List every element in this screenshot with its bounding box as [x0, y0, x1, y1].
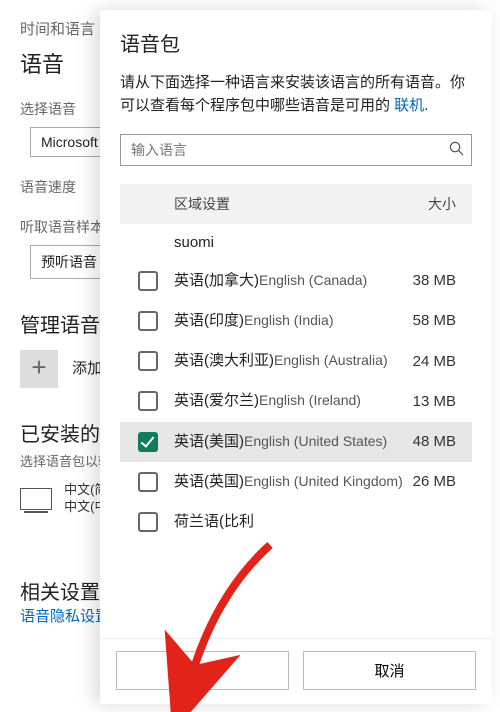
online-link[interactable]: 联机 [394, 97, 424, 114]
lang-size: 48 MB [413, 433, 456, 450]
lang-eng: English (Ireland) [259, 392, 361, 408]
privacy-link[interactable]: 语音隐私设置 [20, 608, 110, 625]
lang-eng: English (United Kingdom) [244, 473, 403, 489]
checkbox[interactable] [138, 351, 158, 371]
lang-name: 英语(美国) [174, 433, 244, 450]
lang-size: 13 MB [413, 393, 456, 410]
lang-size: 38 MB [413, 272, 456, 289]
add-button[interactable]: 添加 [116, 651, 289, 690]
lang-name: 英语(印度) [174, 312, 244, 329]
lang-size: 24 MB [413, 353, 456, 370]
search-input[interactable] [120, 134, 472, 166]
list-item[interactable]: 荷兰语(比利 [120, 502, 472, 542]
lang-name: 英语(澳大利亚) [174, 352, 274, 369]
lang-eng: English (Canada) [259, 272, 367, 288]
dialog-title: 语音包 [120, 28, 472, 57]
checkbox[interactable] [138, 432, 158, 452]
lang-size: 58 MB [413, 312, 456, 329]
lang-name: 荷兰语(比利 [174, 513, 254, 530]
list-item[interactable]: 英语(印度)English (India) 58 MB [120, 301, 472, 341]
lang-eng: English (United States) [244, 433, 387, 449]
lang-eng: English (Australia) [274, 352, 388, 368]
checkbox[interactable] [138, 391, 158, 411]
lang-name: 英语(爱尔兰) [174, 392, 259, 409]
preview-button[interactable]: 预听语音 [30, 245, 108, 279]
dialog-desc: 请从下面选择一种语言来安装该语言的所有语音。你可以查看每个程序包中哪些语音是可用… [120, 71, 472, 118]
list-item[interactable]: 英语(爱尔兰)English (Ireland) 13 MB [120, 381, 472, 421]
col-size: 大小 [428, 194, 456, 214]
list-item[interactable]: suomi [120, 224, 472, 261]
voice-pack-dialog: 语音包 请从下面选择一种语言来安装该语言的所有语音。你可以查看每个程序包中哪些语… [100, 10, 492, 704]
lang-name: 英语(加拿大) [174, 272, 259, 289]
checkbox[interactable] [138, 512, 158, 532]
language-list[interactable]: suomi英语(加拿大)English (Canada)38 MB英语(印度)E… [120, 224, 472, 639]
lang-name: 英语(英国) [174, 473, 244, 490]
list-item[interactable]: 英语(加拿大)English (Canada) 38 MB [120, 261, 472, 301]
checkbox[interactable] [138, 311, 158, 331]
list-item[interactable]: 英语(澳大利亚)English (Australia) 24 MB [120, 341, 472, 381]
monitor-icon [20, 488, 52, 510]
lang-eng: English (India) [244, 312, 334, 328]
search-icon[interactable] [449, 141, 464, 160]
checkbox[interactable] [138, 472, 158, 492]
add-tile[interactable]: + [20, 350, 58, 388]
checkbox[interactable] [138, 271, 158, 291]
list-item[interactable]: 英语(英国)English (United Kingdom) 26 MB [120, 462, 472, 502]
list-header: 区域设置 大小 [120, 184, 472, 224]
lang-size: 26 MB [413, 473, 456, 490]
list-item[interactable]: 英语(美国)English (United States) 48 MB [120, 422, 472, 462]
col-region: 区域设置 [174, 194, 428, 214]
cancel-button[interactable]: 取消 [303, 651, 476, 690]
